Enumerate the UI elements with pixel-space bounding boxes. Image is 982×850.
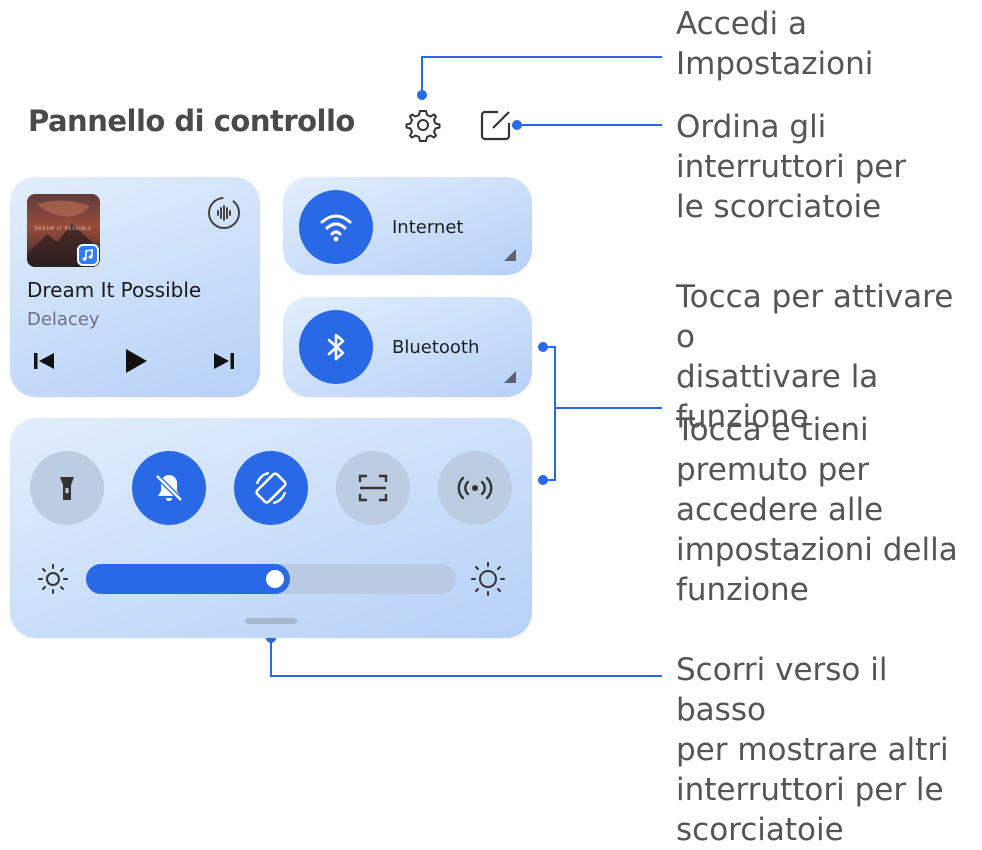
music-app-icon — [77, 244, 99, 266]
annotation-hold: Tocca e tieni premuto per accedere alle … — [676, 412, 958, 608]
edit-square-icon[interactable] — [478, 107, 514, 143]
shortcut-toggles-card — [10, 418, 532, 638]
page-title: Pannello di controllo — [28, 104, 355, 138]
audio-output-icon[interactable] — [206, 195, 242, 231]
bluetooth-label: Bluetooth — [392, 337, 480, 358]
bell-off-icon[interactable] — [132, 451, 206, 525]
gear-icon[interactable] — [405, 107, 441, 143]
album-caption: DREAM IT POSSIBLE — [35, 226, 93, 231]
play-icon[interactable] — [121, 347, 149, 375]
annotation-settings: Accedi a Impostazioni — [676, 6, 874, 82]
flashlight-icon[interactable] — [30, 451, 104, 525]
brightness-thumb[interactable] — [266, 570, 284, 588]
expand-handle[interactable] — [245, 618, 297, 624]
annotation-edit: Ordina gli interruttori per le scorciato… — [676, 109, 907, 225]
internet-tile[interactable]: Internet — [283, 177, 532, 275]
artist-name: Delacey — [27, 309, 100, 330]
brightness-low-icon — [36, 562, 70, 596]
brightness-high-icon — [470, 561, 506, 597]
brightness-slider[interactable] — [86, 564, 456, 594]
annotation-swipe: Scorri verso il basso per mostrare altri… — [676, 652, 949, 848]
previous-icon[interactable] — [30, 347, 58, 375]
scan-icon[interactable] — [336, 451, 410, 525]
next-icon[interactable] — [210, 347, 238, 375]
internet-label: Internet — [392, 217, 464, 238]
song-title: Dream It Possible — [27, 278, 202, 302]
bluetooth-tile[interactable]: Bluetooth — [283, 297, 532, 397]
expand-corner-icon[interactable] — [504, 371, 516, 383]
music-card[interactable]: DREAM IT POSSIBLE Dream It Possible Dela… — [10, 177, 260, 397]
brightness-fill — [86, 564, 290, 594]
hotspot-icon[interactable] — [438, 451, 512, 525]
expand-corner-icon[interactable] — [504, 249, 516, 261]
rotate-icon[interactable] — [234, 451, 308, 525]
wifi-icon[interactable] — [299, 190, 373, 264]
bluetooth-icon[interactable] — [299, 310, 373, 384]
